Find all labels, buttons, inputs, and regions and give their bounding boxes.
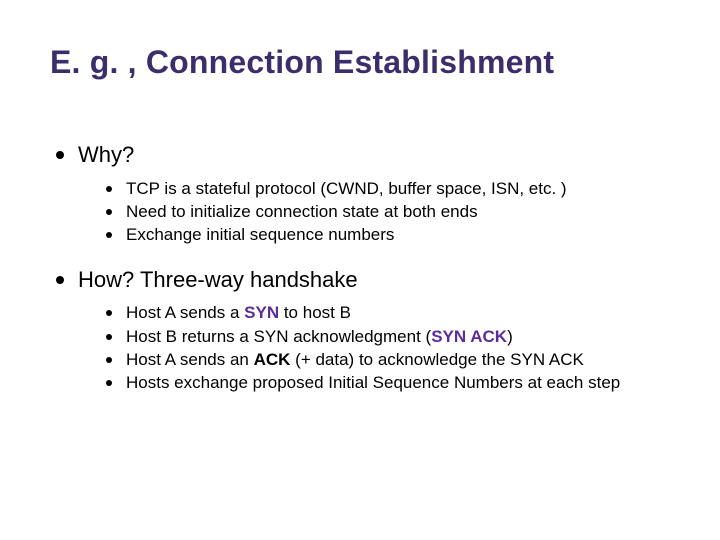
bullet-icon xyxy=(106,357,112,363)
text-segment: to host B xyxy=(279,303,351,322)
level2-text: Hosts exchange proposed Initial Sequence… xyxy=(126,373,620,392)
level1-text: Why? xyxy=(78,142,134,167)
text-segment: Need to initialize connection state at b… xyxy=(126,202,478,221)
text-segment: (+ data) to acknowledge the SYN ACK xyxy=(290,350,583,369)
level2-text: Exchange initial sequence numbers xyxy=(126,225,394,244)
bullet-icon xyxy=(106,334,112,340)
level2-item: Need to initialize connection state at b… xyxy=(102,201,670,223)
bullet-icon xyxy=(106,380,112,386)
text-segment: TCP is a stateful protocol (CWND, buffer… xyxy=(126,179,567,198)
level2-item: Exchange initial sequence numbers xyxy=(102,224,670,246)
level2-list-1: Host A sends a SYN to host B Host B retur… xyxy=(78,302,670,393)
text-segment: ) xyxy=(507,327,513,346)
bullet-list: Why? TCP is a stateful protocol (CWND, b… xyxy=(50,141,670,394)
bullet-icon xyxy=(56,151,64,159)
level2-item: Host B returns a SYN acknowledgment (SYN… xyxy=(102,326,670,348)
level2-text: Host A sends an ACK (+ data) to acknowle… xyxy=(126,350,584,369)
bullet-icon xyxy=(106,209,112,215)
bullet-icon xyxy=(106,186,112,192)
level1-item: How? Three-way handshake Host A sends a … xyxy=(50,266,670,394)
text-segment: Exchange initial sequence numbers xyxy=(126,225,394,244)
bullet-icon xyxy=(106,232,112,238)
text-segment: Host A sends a xyxy=(126,303,244,322)
level2-text: TCP is a stateful protocol (CWND, buffer… xyxy=(126,179,567,198)
text-segment: SYN xyxy=(244,303,279,322)
level2-list-0: TCP is a stateful protocol (CWND, buffer… xyxy=(78,178,670,246)
text-segment: SYN ACK xyxy=(431,327,507,346)
level2-item: Host A sends an ACK (+ data) to acknowle… xyxy=(102,349,670,371)
bullet-icon xyxy=(106,310,112,316)
slide-title: E. g. , Connection Establishment xyxy=(50,44,670,81)
text-segment: Host A sends an xyxy=(126,350,254,369)
level2-text: Need to initialize connection state at b… xyxy=(126,202,478,221)
text-segment: Host B returns a SYN acknowledgment ( xyxy=(126,327,431,346)
text-segment: Hosts exchange proposed Initial Sequence… xyxy=(126,373,620,392)
level2-item: Hosts exchange proposed Initial Sequence… xyxy=(102,372,670,394)
level2-item: TCP is a stateful protocol (CWND, buffer… xyxy=(102,178,670,200)
text-segment: ACK xyxy=(254,350,291,369)
level1-text: How? Three-way handshake xyxy=(78,267,358,292)
bullet-icon xyxy=(56,276,64,284)
level2-item: Host A sends a SYN to host B xyxy=(102,302,670,324)
level2-text: Host A sends a SYN to host B xyxy=(126,303,351,322)
level2-text: Host B returns a SYN acknowledgment (SYN… xyxy=(126,327,513,346)
slide: E. g. , Connection Establishment Why? TC… xyxy=(0,0,720,540)
level1-item: Why? TCP is a stateful protocol (CWND, b… xyxy=(50,141,670,246)
